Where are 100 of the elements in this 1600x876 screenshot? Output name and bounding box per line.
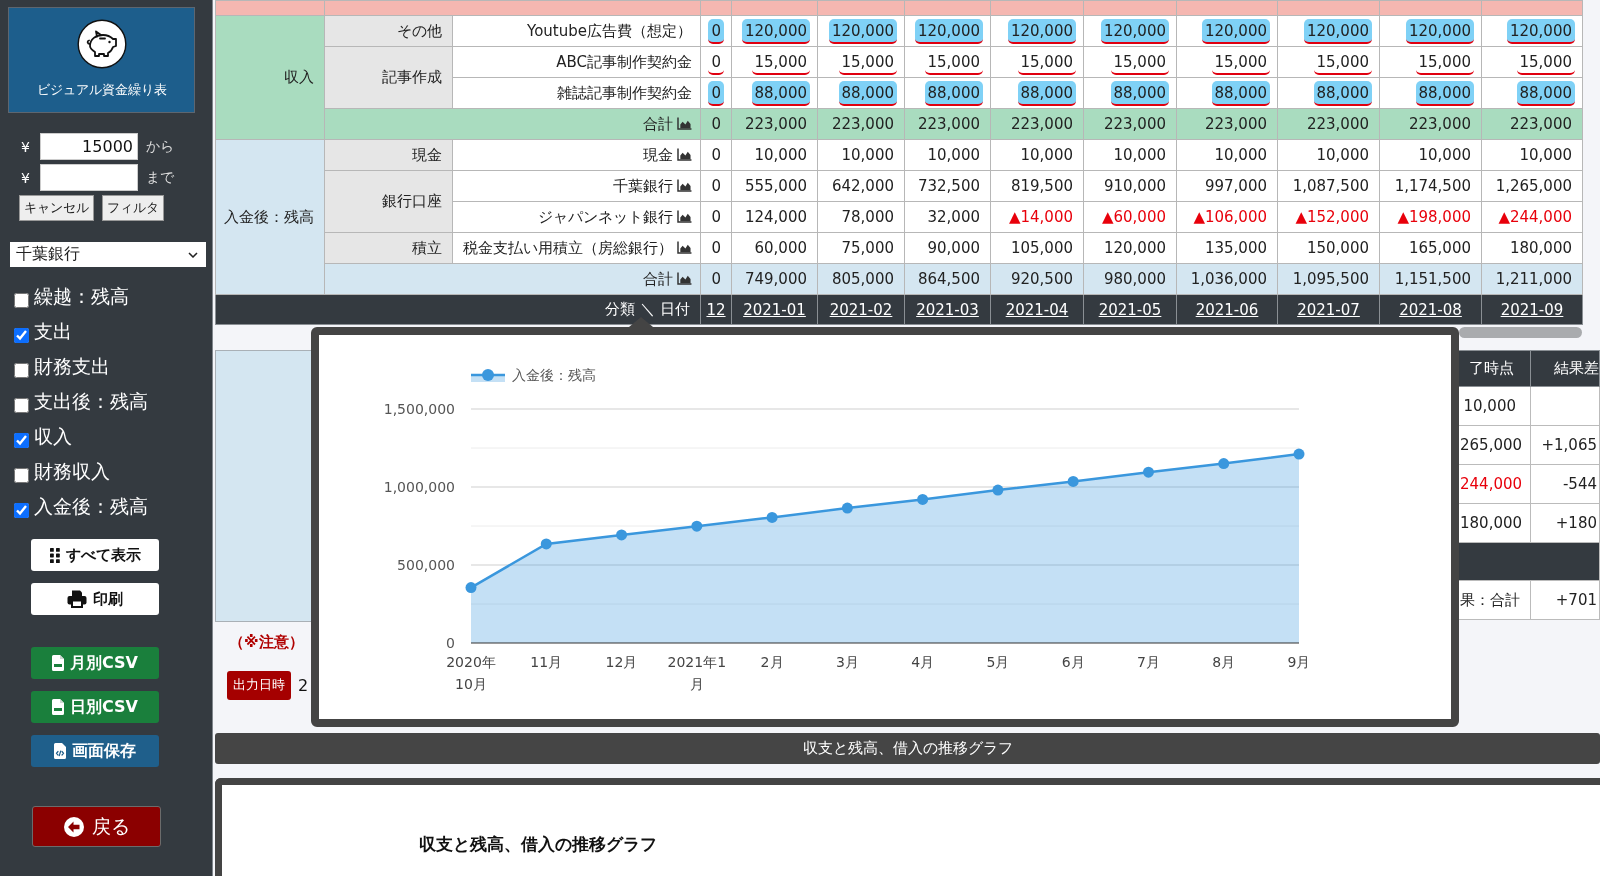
legend-swatch-icon[interactable] — [471, 369, 505, 382]
area-chart-icon[interactable] — [677, 240, 692, 254]
area-chart-icon[interactable] — [677, 116, 692, 130]
area-chart-icon[interactable] — [677, 178, 692, 192]
amount-value: 75,000 — [840, 238, 895, 259]
amount-value: 0 — [708, 80, 724, 106]
amount-value: 1,211,000 — [1494, 269, 1573, 290]
area-chart-icon[interactable] — [677, 147, 692, 161]
toggle-checkbox[interactable] — [14, 362, 29, 378]
data-point[interactable] — [1293, 448, 1305, 460]
data-point[interactable] — [1067, 475, 1079, 487]
amount-value: 15,000 — [924, 49, 983, 75]
amount-value: 15,000 — [1313, 49, 1372, 75]
amount-value: ▲60,000 — [1100, 207, 1167, 228]
data-point[interactable] — [616, 529, 628, 541]
back-button[interactable]: 戻る — [32, 806, 161, 847]
amount-value: 180,000 — [1508, 238, 1573, 259]
toggle-label[interactable]: 収入 — [34, 423, 72, 450]
data-point[interactable] — [540, 538, 552, 550]
amount-value: 0 — [710, 176, 722, 197]
data-point[interactable] — [691, 520, 703, 532]
amount-value: 135,000 — [1203, 238, 1268, 259]
horizontal-scrollbar[interactable] — [1459, 327, 1582, 338]
amount-input[interactable]: 15000 — [40, 133, 138, 160]
save-screen-button[interactable]: 画面保存 — [31, 735, 159, 767]
subcategory-cell: 現金 — [324, 139, 453, 171]
toggle-checkbox[interactable] — [14, 502, 29, 518]
item-label: 現金 — [643, 145, 673, 164]
toggle-label[interactable]: 財務収入 — [34, 458, 110, 485]
amount-value: ▲244,000 — [1497, 207, 1573, 228]
toggle-checkbox[interactable] — [14, 292, 29, 308]
amount-value: 223,000 — [1407, 114, 1472, 135]
output-time-tag: 出力日時 — [227, 671, 291, 700]
amount-value: 0 — [710, 269, 722, 290]
data-point[interactable] — [992, 484, 1004, 496]
amount-value: 0 — [708, 18, 724, 44]
account-select[interactable]: 千葉銀行 — [10, 242, 206, 267]
table-cell: 10,000 — [1458, 386, 1531, 426]
toggle-label[interactable]: 繰越：残高 — [34, 283, 129, 310]
amount-value: 120,000 — [914, 18, 983, 44]
area-chart-icon[interactable] — [677, 209, 692, 223]
amount-value: 120,000 — [828, 18, 897, 44]
amount-value: 120,000 — [1102, 238, 1167, 259]
item-label: 雑誌記事制作契約金 — [557, 83, 692, 102]
amount-value: 223,000 — [1203, 114, 1268, 135]
data-point[interactable] — [841, 502, 853, 514]
data-point[interactable] — [465, 582, 477, 594]
data-point[interactable] — [1218, 458, 1230, 470]
amount-value: 88,000 — [838, 80, 897, 106]
data-point[interactable] — [1142, 466, 1154, 478]
toggle-label[interactable]: 入金後：残高 — [34, 493, 148, 520]
toggle-label[interactable]: 財務支出 — [34, 353, 110, 380]
amount-value: 124,000 — [743, 207, 808, 228]
toggle-checkbox[interactable] — [14, 432, 29, 448]
amount-value: 1,174,500 — [1393, 176, 1472, 197]
amount-value: 223,000 — [1009, 114, 1074, 135]
currency-symbol: ¥ — [21, 169, 31, 186]
amount-value: 88,000 — [1415, 80, 1474, 106]
form-button[interactable]: キャンセル — [19, 195, 94, 221]
section-title-bar: 収支と残高、借入の推移グラフ — [215, 733, 1600, 764]
amount-value: 223,000 — [916, 114, 981, 135]
area-chart-icon[interactable] — [677, 271, 692, 285]
amount-value: 15,000 — [1211, 49, 1270, 75]
amount-value: 15,000 — [751, 49, 810, 75]
amount-value: 0 — [710, 145, 722, 166]
subcategory-cell: 記事作成 — [324, 46, 453, 109]
amount-value: 0 — [710, 238, 722, 259]
amount-value: 10,000 — [1112, 145, 1167, 166]
toggle-checkbox[interactable] — [14, 327, 29, 343]
show-all-button[interactable]: すべて表示 — [31, 539, 159, 571]
csv-download-button[interactable]: 月別CSV — [31, 647, 159, 679]
form-button[interactable]: フィルタ — [102, 195, 164, 221]
amount-value: 223,000 — [1102, 114, 1167, 135]
amount-value: 150,000 — [1305, 238, 1370, 259]
toggle-label[interactable]: 支出後：残高 — [34, 388, 148, 415]
table-cell: -544 — [1530, 464, 1600, 504]
amount-value: 1,095,500 — [1291, 269, 1370, 290]
toggle-checkbox[interactable] — [14, 397, 29, 413]
item-label: Youtube広告費（想定） — [527, 21, 692, 40]
data-point[interactable] — [766, 511, 778, 523]
amount-value: 165,000 — [1407, 238, 1472, 259]
data-point[interactable] — [917, 494, 929, 505]
amount-input[interactable] — [40, 164, 138, 191]
toggle-label[interactable]: 支出 — [34, 318, 72, 345]
csv-file-icon — [52, 699, 64, 715]
axis-label: 2月 — [760, 654, 784, 670]
column-header: 了時点 — [1458, 350, 1531, 387]
print-button[interactable]: 印刷 — [31, 583, 159, 615]
grid-dots-icon — [49, 547, 60, 563]
amount-value: 642,000 — [830, 176, 895, 197]
csv-download-button[interactable]: 日別CSV — [31, 691, 159, 723]
amount-value: 555,000 — [743, 176, 808, 197]
app-logo-tile[interactable]: ビジュアル資金繰り表 — [8, 7, 195, 113]
range-label: から — [146, 137, 174, 156]
legend-label[interactable]: 入金後：残高 — [512, 367, 596, 383]
toggle-checkbox[interactable] — [14, 467, 29, 483]
amount-value: 15,000 — [1516, 49, 1575, 75]
axis-label: 0 — [446, 635, 455, 651]
chevron-down-icon — [188, 251, 198, 258]
axis-label: 3月 — [835, 654, 859, 670]
